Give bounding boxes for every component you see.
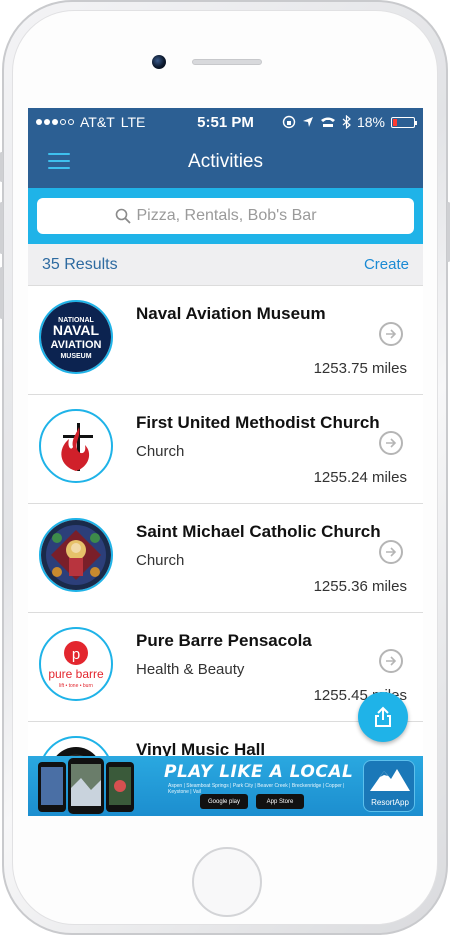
list-item[interactable]: NATIONAL NAVAL AVIATION MUSEUM Naval Avi… [28,286,423,395]
activity-list: NATIONAL NAVAL AVIATION MUSEUM Naval Avi… [28,286,423,816]
mute-switch [0,152,3,182]
item-distance: 1255.24 miles [313,469,407,486]
google-play-label: Google play [207,798,241,805]
naval-logo-line2: NAVAL [53,322,100,338]
app-store-badge[interactable]: App Store [256,794,304,809]
home-button[interactable] [192,847,262,917]
earpiece-speaker [192,59,262,65]
google-play-badge[interactable]: Google play [200,794,248,809]
arrow-right-circle-icon[interactable] [379,322,403,346]
list-item[interactable]: Saint Michael Catholic Church Church 125… [28,504,423,613]
item-name: Pure Barre Pensacola [136,631,312,650]
network-label: LTE [120,114,146,130]
pure-barre-wordmark: pure barre [48,667,104,681]
item-category: Health & Beauty [136,661,245,678]
mountain-icon [370,769,410,791]
results-header: 35 Results Create [28,244,423,286]
item-category: Church [136,443,185,460]
ad-banner[interactable]: PLAY LIKE A LOCAL Aspen | Steamboat Spri… [28,756,423,816]
arrow-right-circle-icon[interactable] [379,540,403,564]
phones-illustration [38,758,134,814]
carrier-label: AT&T [80,114,115,130]
pure-barre-logo: p pure barre lift • tone • burn [39,627,113,701]
item-distance: 1253.75 miles [313,360,407,377]
item-name: Naval Aviation Museum [136,304,326,323]
location-arrow-icon [302,117,313,127]
item-distance: 1255.36 miles [313,578,407,595]
search-box[interactable] [37,198,414,234]
item-category: Church [136,552,185,569]
naval-logo-line4: MUSEUM [60,353,91,360]
create-link[interactable]: Create [364,256,409,273]
item-name: First United Methodist Church [136,413,380,432]
stained-glass-logo [39,518,113,592]
signal-strength-icon [36,119,74,125]
app-screen: AT&T LTE 5:51 PM 18% Activities 35 Resul… [28,108,423,816]
resortapp-logo: ResortApp [363,760,415,812]
naval-logo-line3: AVIATION [51,339,102,351]
tty-icon [320,117,335,127]
page-title: Activities [188,151,263,172]
resortapp-label: ResortApp [371,798,409,807]
arrow-right-circle-icon[interactable] [379,431,403,455]
status-bar: AT&T LTE 5:51 PM 18% [28,108,423,136]
pure-barre-letter: p [72,646,80,663]
search-input[interactable] [136,207,337,225]
pure-barre-tagline: lift • tone • burn [59,683,93,689]
naval-aviation-museum-logo: NATIONAL NAVAL AVIATION MUSEUM [39,300,113,374]
arrow-right-circle-icon[interactable] [379,649,403,673]
cross-and-flame-logo [39,409,113,483]
share-icon [375,706,391,727]
banner-headline: PLAY LIKE A LOCAL [164,762,354,782]
results-count: 35 Results [42,255,118,273]
rotation-lock-icon [282,115,296,129]
share-button[interactable] [358,692,408,742]
item-name: Saint Michael Catholic Church [136,522,381,541]
battery-icon [391,116,417,128]
hamburger-menu-icon[interactable] [48,153,70,169]
battery-percent: 18% [356,114,385,130]
search-icon [115,208,131,224]
app-store-label: App Store [266,798,294,805]
list-item[interactable]: First United Methodist Church Church 125… [28,395,423,504]
volume-down-button [0,267,3,319]
front-camera [152,55,166,69]
volume-up-button [0,202,3,254]
search-bar [28,188,423,244]
navigation-bar: Activities [28,136,423,188]
bluetooth-icon [342,115,351,129]
